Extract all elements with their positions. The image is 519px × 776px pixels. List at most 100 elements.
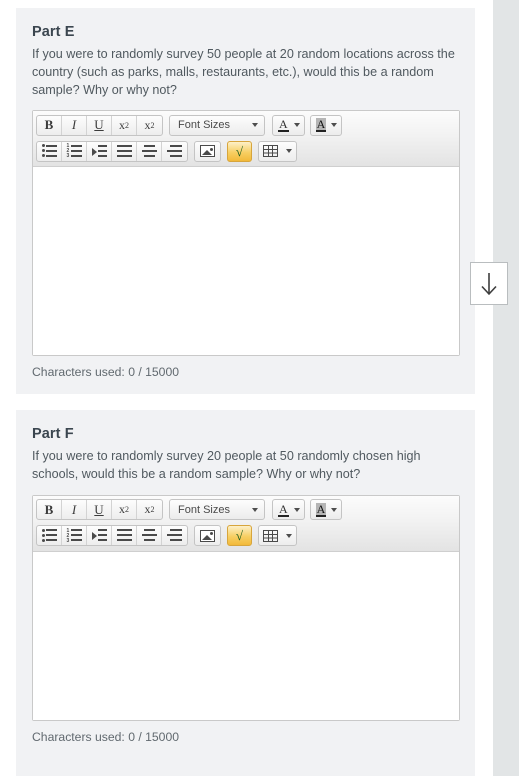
highlight-color-button[interactable]: A <box>309 499 343 521</box>
numbered-list-icon: 123 <box>67 144 82 159</box>
superscript-exponent: 2 <box>125 505 129 515</box>
chevron-down-icon <box>285 149 292 154</box>
insert-table-dropdown[interactable] <box>281 526 296 545</box>
editor-content-area-e[interactable] <box>33 167 459 356</box>
list-align-group-e: 123 <box>36 140 188 162</box>
text-format-group-f: B I U x2 x2 <box>36 499 163 521</box>
italic-button[interactable]: I <box>62 500 87 520</box>
toolbar-row-1-f: B I U x2 x2 Font Sizes A A <box>36 498 456 522</box>
question-card-part-e: Part E If you were to randomly survey 50… <box>16 8 475 394</box>
align-left-button[interactable] <box>112 526 137 546</box>
font-size-select-label: Font Sizes <box>178 503 230 516</box>
align-center-button[interactable] <box>137 141 162 161</box>
numbered-list-icon: 123 <box>67 528 82 543</box>
insert-table-group-f <box>258 525 297 547</box>
subscript-button[interactable]: x2 <box>137 116 162 135</box>
highlight-color-button[interactable]: A <box>309 114 343 136</box>
chevron-down-icon <box>252 123 258 128</box>
character-counter-f: Characters used: 0 / 15000 <box>32 729 180 744</box>
rich-text-editor-f[interactable]: B I U x2 x2 Font Sizes A A 1 2 3 √ <box>32 494 460 721</box>
superscript-button[interactable]: x2 <box>112 115 137 135</box>
part-prompt-e: If you were to randomly survey 50 people… <box>32 47 455 97</box>
part-title-e: Part E <box>32 24 75 40</box>
chevron-down-icon <box>285 533 292 538</box>
image-icon <box>200 145 215 158</box>
insert-equation-button[interactable]: √ <box>227 140 252 162</box>
subscript-index: 2 <box>150 505 155 515</box>
part-title-f: Part F <box>32 426 74 442</box>
bullet-list-button[interactable] <box>37 526 62 546</box>
chevron-down-icon <box>293 123 300 128</box>
scroll-down-button[interactable] <box>470 262 508 305</box>
toolbar-row-2-e: 123 √ <box>36 139 456 163</box>
highlight-color-glyph: A <box>315 501 327 517</box>
table-icon <box>262 145 278 158</box>
align-left-icon <box>116 529 132 542</box>
chevron-down-icon <box>293 507 300 512</box>
text-color-glyph: A <box>278 501 289 517</box>
text-color-glyph: A <box>278 117 289 133</box>
bullet-list-icon <box>41 144 57 158</box>
font-size-select[interactable]: Font Sizes <box>169 499 265 521</box>
arrow-down-icon <box>481 272 497 295</box>
indent-button[interactable] <box>87 526 112 546</box>
chevron-down-icon <box>252 507 258 512</box>
indent-icon <box>91 144 107 158</box>
character-counter-e: Characters used: 0 / 15000 <box>32 365 180 380</box>
toolbar-row-1-e: B I U x2 x2 Font Sizes A A <box>36 113 456 137</box>
bold-button[interactable]: B <box>37 500 62 520</box>
square-root-icon: √ <box>235 143 244 159</box>
align-center-icon <box>141 144 157 158</box>
table-icon <box>262 529 278 542</box>
insert-table-dropdown[interactable] <box>281 142 296 161</box>
insert-image-button[interactable] <box>195 142 220 161</box>
align-left-button[interactable] <box>112 141 137 161</box>
italic-button[interactable]: I <box>62 115 87 135</box>
insert-table-button[interactable] <box>259 142 281 161</box>
font-size-select[interactable]: Font Sizes <box>169 114 265 136</box>
superscript-button[interactable]: x2 <box>112 500 137 520</box>
indent-icon <box>91 529 107 542</box>
text-color-button[interactable]: A <box>272 114 305 136</box>
numbered-list-button[interactable]: 123 <box>62 141 87 161</box>
underline-button[interactable]: U <box>87 500 112 520</box>
page-gutter <box>493 0 519 776</box>
highlight-color-glyph: A <box>315 117 327 133</box>
list-align-group-f: 123 <box>36 525 188 547</box>
insert-group-e <box>194 140 221 162</box>
chevron-down-icon <box>331 123 338 128</box>
rich-text-editor-e[interactable]: B I U x2 x2 Font Sizes A A 1 2 3 √ <box>32 110 460 357</box>
chevron-down-icon <box>331 507 338 512</box>
underline-button[interactable]: U <box>87 115 112 135</box>
bullet-list-button[interactable] <box>37 141 62 161</box>
align-center-button[interactable] <box>137 526 162 546</box>
align-right-button[interactable] <box>162 526 187 545</box>
align-center-icon <box>141 529 157 542</box>
insert-table-button[interactable] <box>259 526 281 545</box>
text-format-group-e: B I U x2 x2 <box>36 114 163 136</box>
numbered-list-button[interactable]: 123 <box>62 526 87 546</box>
editor-toolbar-e: B I U x2 x2 Font Sizes A A 1 2 3 √ <box>33 111 459 168</box>
subscript-index: 2 <box>150 120 155 130</box>
insert-group-f <box>194 525 221 547</box>
indent-button[interactable] <box>87 141 112 161</box>
align-right-button[interactable] <box>162 142 187 161</box>
part-prompt-f: If you were to randomly survey 20 people… <box>32 449 421 481</box>
align-right-icon <box>167 529 182 542</box>
toolbar-row-2-f: 123 √ <box>36 524 456 548</box>
subscript-button[interactable]: x2 <box>137 500 162 519</box>
question-card-part-f: Part F If you were to randomly survey 20… <box>16 410 475 776</box>
insert-image-button[interactable] <box>195 526 220 545</box>
insert-table-group-e <box>258 140 297 162</box>
bold-button[interactable]: B <box>37 115 62 135</box>
square-root-icon: √ <box>235 528 244 544</box>
font-size-select-label: Font Sizes <box>178 119 230 132</box>
assignment-page: Part E If you were to randomly survey 50… <box>0 0 475 776</box>
editor-content-area-f[interactable] <box>33 551 459 720</box>
text-color-button[interactable]: A <box>272 499 305 521</box>
bullet-list-icon <box>41 528 57 542</box>
editor-toolbar-f: B I U x2 x2 Font Sizes A A 1 2 3 √ <box>33 495 459 552</box>
insert-equation-button[interactable]: √ <box>227 525 252 547</box>
superscript-exponent: 2 <box>125 120 129 130</box>
align-right-icon <box>167 144 182 158</box>
